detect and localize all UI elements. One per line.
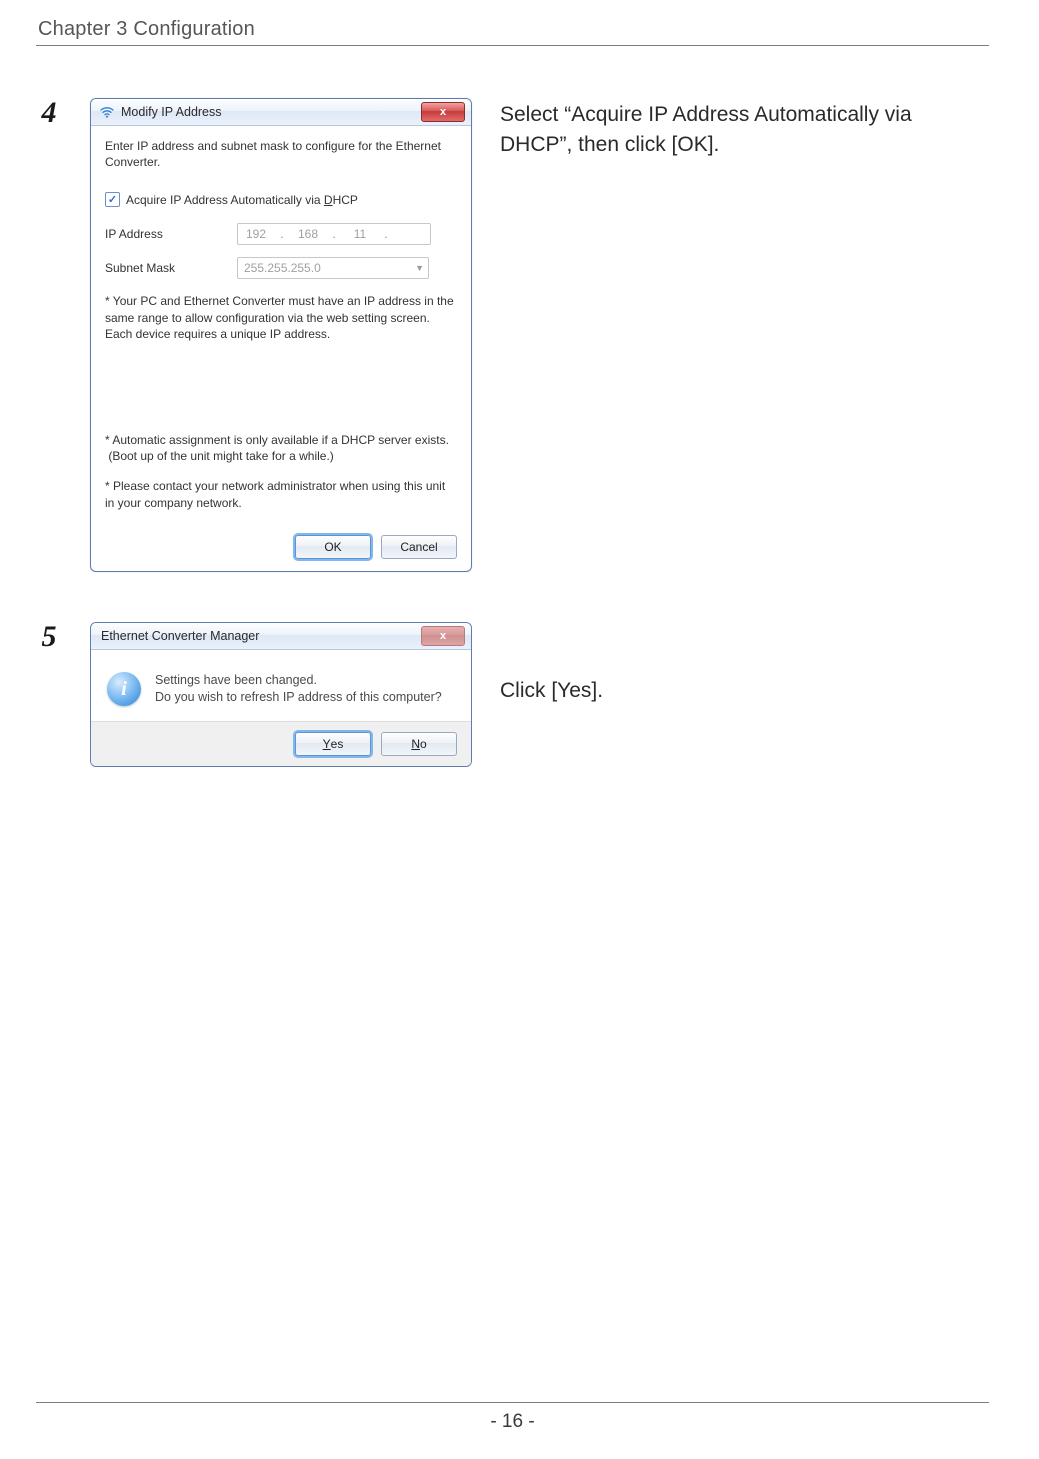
step-4-instruction: Select “Acquire IP Address Automatically… [500,100,989,161]
ip-dot: . [374,227,398,241]
dialog-intro-text: Enter IP address and subnet mask to conf… [105,138,457,170]
message-line-2: Do you wish to refresh IP address of thi… [155,689,442,707]
dialog-titlebar: Modify IP Address x [91,99,471,126]
dialog-title: Modify IP Address [121,105,421,119]
close-button[interactable]: x [421,626,465,646]
label-accelerator: D [324,193,333,207]
info-icon: i [107,672,141,706]
ip-address-input[interactable]: 192 . 168 . 11 . [237,223,431,245]
subnet-mask-row: Subnet Mask 255.255.255.0 ▼ [105,257,457,279]
dialog-button-row: OK Cancel [105,529,457,559]
subnet-mask-value: 255.255.255.0 [244,261,321,275]
page-number: - 16 - [490,1411,534,1432]
step-4-row: 4 Modify IP Address x Enter IP address a… [36,98,989,572]
note-2-line-1: * Automatic assignment is only available… [105,432,457,448]
ip-octet-2[interactable]: 168 [296,227,320,241]
yes-button[interactable]: Yes [295,732,371,756]
no-button[interactable]: No [381,732,457,756]
cancel-button[interactable]: Cancel [381,535,457,559]
step-number-5: 5 [36,622,62,652]
dialog-button-row: Yes No [91,721,471,766]
step-number-4: 4 [36,98,62,128]
checkbox-icon[interactable]: ✓ [105,192,120,207]
button-accelerator: N [411,737,420,751]
dhcp-checkbox-label: Acquire IP Address Automatically via DHC… [126,193,358,207]
dialog-titlebar: Ethernet Converter Manager x [91,623,471,650]
message-body: i Settings have been changed. Do you wis… [91,650,471,721]
button-accelerator: Y [323,737,331,751]
message-text: Settings have been changed. Do you wish … [155,672,442,707]
note-2-line-2: (Boot up of the unit might take for a wh… [105,448,457,464]
chapter-heading: Chapter 3 Configuration [38,18,989,41]
dialog-note-3: * Please contact your network administra… [105,478,457,510]
ip-octet-1[interactable]: 192 [244,227,268,241]
ip-address-label: IP Address [105,227,237,241]
step-5-row: 5 Ethernet Converter Manager x i Setting… [36,622,989,767]
subnet-mask-label: Subnet Mask [105,261,237,275]
dialog-body: Enter IP address and subnet mask to conf… [91,126,471,571]
subnet-mask-dropdown[interactable]: 255.255.255.0 ▼ [237,257,429,279]
dialog-note-2: * Automatic assignment is only available… [105,432,457,464]
step-5-instruction: Click [Yes]. [500,676,989,706]
button-label-part: es [331,737,344,751]
dialog-note-1: * Your PC and Ethernet Converter must ha… [105,293,457,342]
ip-dot: . [270,227,294,241]
close-button[interactable]: x [421,102,465,122]
button-label-part: o [420,737,427,751]
modify-ip-dialog: Modify IP Address x Enter IP address and… [90,98,472,572]
dialog-title: Ethernet Converter Manager [101,629,421,643]
label-part: Acquire IP Address Automatically via [126,193,324,207]
wifi-icon [99,104,115,120]
confirm-refresh-dialog: Ethernet Converter Manager x i Settings … [90,622,472,767]
label-part: HCP [333,193,358,207]
dhcp-checkbox-row[interactable]: ✓ Acquire IP Address Automatically via D… [105,192,457,207]
page-footer: - 16 - [36,1402,989,1433]
ip-octet-3[interactable]: 11 [348,227,372,241]
chevron-down-icon: ▼ [415,263,424,273]
header-rule [36,45,989,46]
message-line-1: Settings have been changed. [155,672,442,690]
ip-dot: . [322,227,346,241]
ok-button[interactable]: OK [295,535,371,559]
ip-address-row: IP Address 192 . 168 . 11 . [105,223,457,245]
